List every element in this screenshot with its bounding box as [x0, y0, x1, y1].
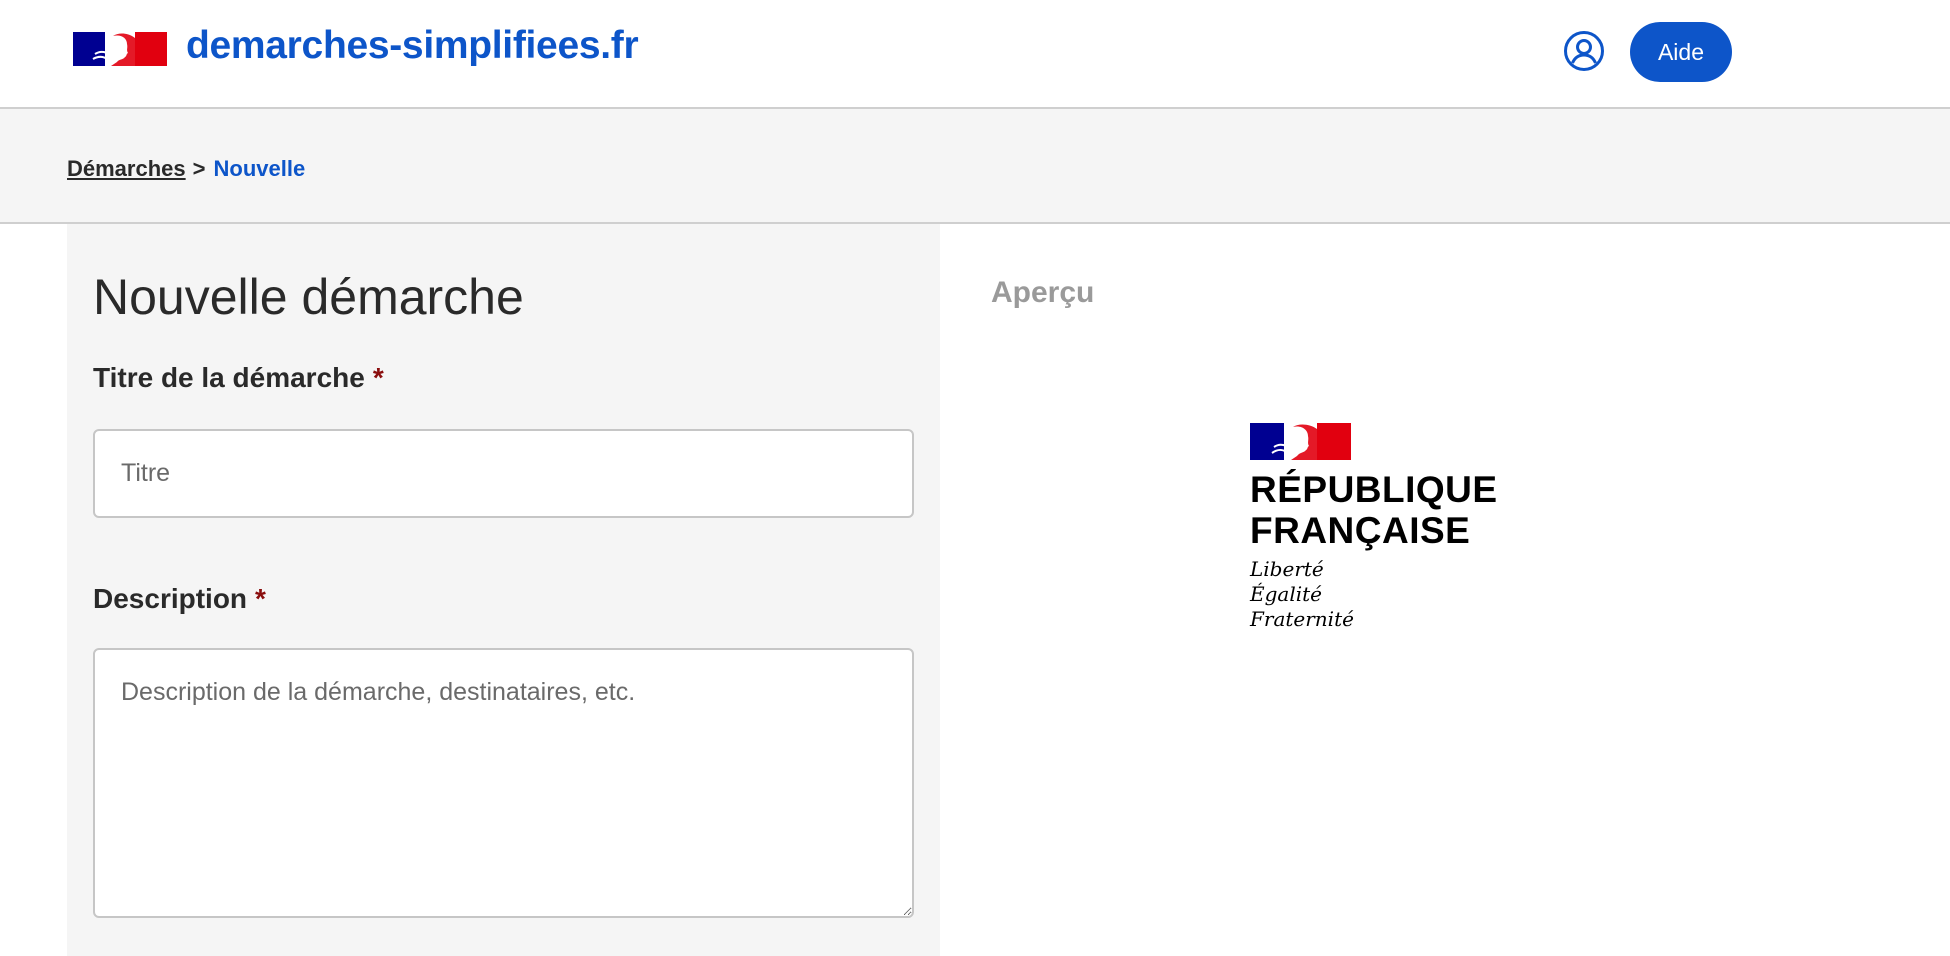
description-label-text: Description: [93, 583, 248, 614]
motto-line: Égalité: [1250, 582, 1322, 606]
breadcrumb-bar: Démarches > Nouvelle: [0, 109, 1950, 224]
help-button[interactable]: Aide: [1630, 22, 1732, 82]
title-input[interactable]: [93, 429, 914, 518]
breadcrumb-link-demarches[interactable]: Démarches: [67, 156, 186, 181]
breadcrumb-current: Nouvelle: [213, 156, 306, 181]
motto-line: Liberté: [1250, 557, 1324, 581]
description-textarea[interactable]: [93, 648, 914, 918]
required-mark: *: [372, 362, 384, 393]
title-field-label: Titre de la démarche *: [93, 362, 384, 394]
site-name-link[interactable]: demarches-simplifiees.fr: [186, 24, 639, 68]
page-title: Nouvelle démarche: [93, 269, 524, 325]
user-circle-icon[interactable]: [1563, 30, 1605, 72]
breadcrumb-separator: >: [192, 156, 206, 181]
republique-francaise-logo: RÉPUBLIQUE FRANÇAISE Liberté Égalité Fra…: [1250, 423, 1510, 633]
title-label-text: Titre de la démarche: [93, 362, 365, 393]
description-field-label: Description *: [93, 583, 266, 615]
marianne-flag-icon: [1250, 423, 1351, 460]
preview-title: Aperçu: [991, 276, 1095, 309]
logo-line: FRANÇAISE: [1250, 510, 1471, 551]
motto-line: Fraternité: [1250, 607, 1354, 631]
republique-francaise-text: RÉPUBLIQUE FRANÇAISE: [1250, 469, 1498, 551]
site-header: demarches-simplifiees.fr Aide: [0, 0, 1950, 109]
logo-line: RÉPUBLIQUE: [1250, 469, 1498, 510]
breadcrumb: Démarches > Nouvelle: [67, 156, 305, 182]
marianne-flag-icon[interactable]: [73, 32, 167, 66]
new-procedure-form: Nouvelle démarche Titre de la démarche * …: [67, 224, 940, 956]
required-mark: *: [255, 583, 266, 614]
motto: Liberté Égalité Fraternité: [1250, 557, 1354, 632]
